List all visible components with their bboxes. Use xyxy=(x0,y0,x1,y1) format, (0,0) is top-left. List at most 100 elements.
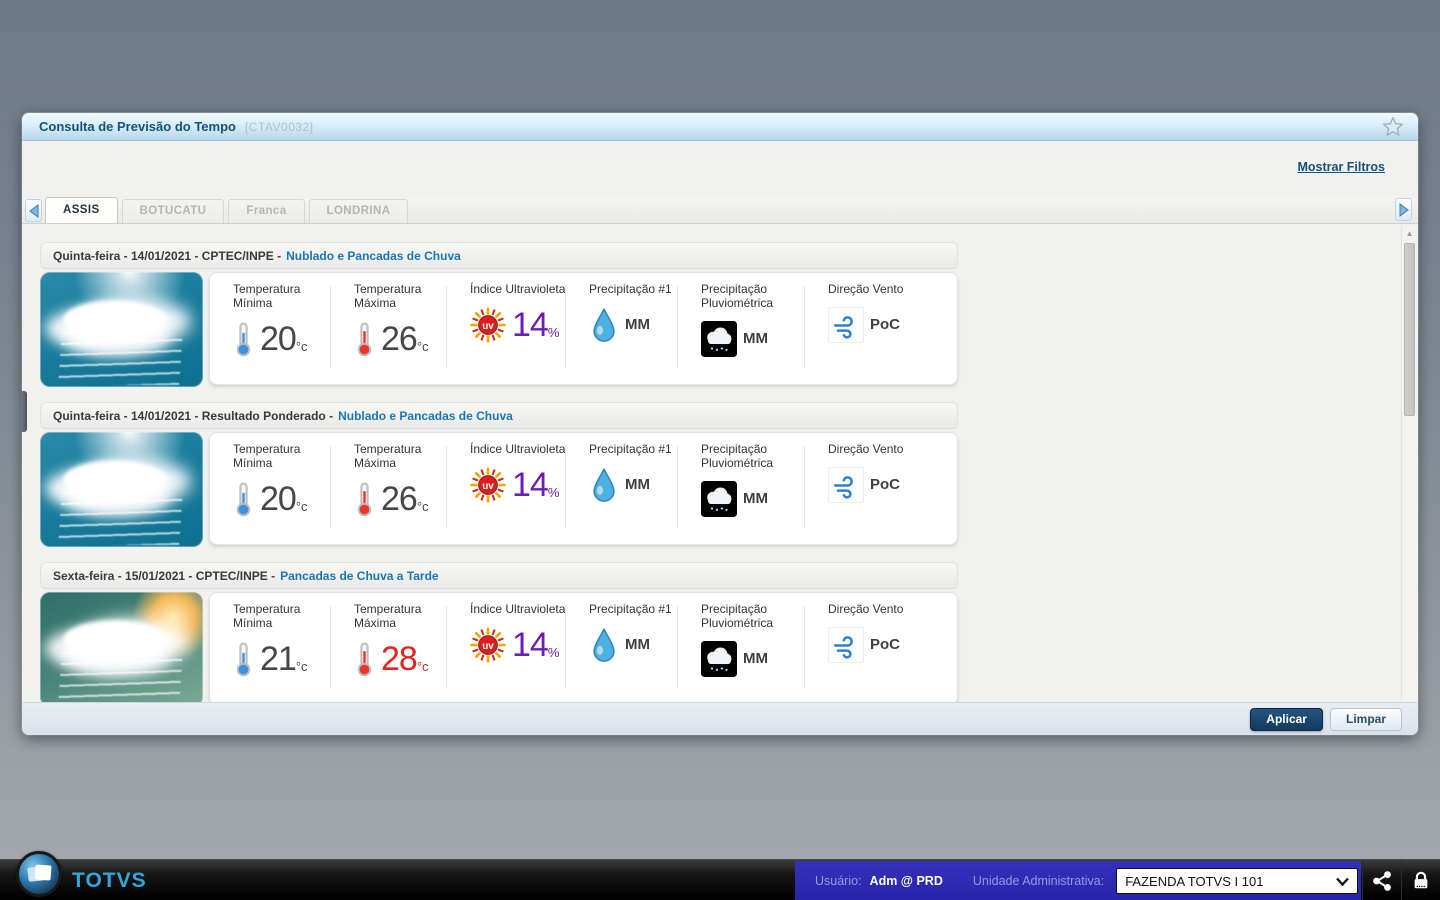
tab-londrina[interactable]: LONDRINA xyxy=(309,199,409,223)
lock-icon xyxy=(1411,870,1431,892)
tabs-scroll-left-button[interactable] xyxy=(25,199,42,222)
weather-image xyxy=(40,592,203,702)
metric-value: 14 xyxy=(512,307,548,343)
metric-value: 14 xyxy=(512,627,548,663)
session-panel: Usuário: Adm @ PRD Unidade Administrativ… xyxy=(795,861,1361,900)
metric-unit: % xyxy=(548,325,560,340)
weather-image xyxy=(40,272,203,387)
metric-value: 28 xyxy=(381,641,417,677)
weather-forecast-window: Consulta de Previsão do Tempo [CTAV0032]… xyxy=(22,113,1418,735)
tab-botucatu[interactable]: BOTUCATU xyxy=(122,199,225,223)
metric-value: MM xyxy=(625,467,650,503)
wind-icon xyxy=(828,467,864,503)
scroll-up-icon[interactable]: ▲ xyxy=(1402,226,1417,241)
metrics-panel: TemperaturaMínima 21 °c TemperaturaMáxim… xyxy=(209,592,958,702)
tabs-scroll-right-button[interactable] xyxy=(1395,198,1412,221)
metric-temp-min: TemperaturaMínima 21 °c xyxy=(210,602,331,702)
metric-value: 20 xyxy=(260,321,296,357)
svg-text:uv: uv xyxy=(482,321,494,332)
left-edge-handle[interactable] xyxy=(21,391,27,432)
metrics-panel: TemperaturaMínima 20 °c TemperaturaMáxim… xyxy=(209,432,958,545)
lock-button[interactable] xyxy=(1401,860,1440,900)
metric-unit: °c xyxy=(296,659,308,674)
metric-value: PoC xyxy=(870,307,900,343)
metric-label: TemperaturaMáxima xyxy=(354,282,447,310)
chevron-down-icon xyxy=(1336,877,1349,886)
metric-value: 14 xyxy=(512,467,548,503)
brand-name: TOTVS xyxy=(72,869,147,893)
metric-label: TemperaturaMínima xyxy=(233,602,331,630)
metric-label: Índice Ultravioleta xyxy=(470,282,566,296)
metric-label: Precipitação #1 xyxy=(589,602,678,616)
administrative-unit-value: FAZENDA TOTVS I 101 xyxy=(1125,874,1263,889)
user-label: Usuário: xyxy=(815,874,862,888)
administrative-unit-label: Unidade Administrativa: xyxy=(973,874,1104,888)
clear-button[interactable]: Limpar xyxy=(1330,708,1402,731)
metric-precip-pluv: PrecipitaçãoPluviométrica MM xyxy=(678,282,805,384)
water-drop-icon xyxy=(589,467,619,503)
wind-icon xyxy=(828,627,864,663)
vertical-scrollbar[interactable]: ▲ xyxy=(1401,226,1417,700)
thermometer-blue-icon xyxy=(233,481,254,517)
metric-unit: °c xyxy=(417,499,429,514)
metric-precip-pluv: PrecipitaçãoPluviométrica MM xyxy=(678,602,805,702)
metric-value: MM xyxy=(743,321,768,357)
scrollbar-thumb[interactable] xyxy=(1404,243,1415,416)
program-code: [CTAV0032] xyxy=(245,120,314,134)
chevron-left-icon xyxy=(29,204,39,218)
metric-label: TemperaturaMínima xyxy=(233,282,331,310)
desktop: { "window": { "title": "Consulta de Prev… xyxy=(0,0,1440,900)
window-titlebar: Consulta de Previsão do Tempo [CTAV0032] xyxy=(22,113,1418,141)
metric-wind-dir: Direção Vento PoC xyxy=(805,442,925,544)
uv-sun-icon: uv xyxy=(470,307,506,343)
forecast-list: Quinta-feira - 14/01/2021 - CPTEC/INPE -… xyxy=(22,224,1418,702)
metric-label: Direção Vento xyxy=(828,442,925,456)
metric-wind-dir: Direção Vento PoC xyxy=(805,282,925,384)
metric-wind-dir: Direção Vento PoC xyxy=(805,602,925,702)
metric-temp-max: TemperaturaMáxima 28 °c xyxy=(331,602,447,702)
metric-label: Precipitação #1 xyxy=(589,442,678,456)
metric-unit: °c xyxy=(417,659,429,674)
forecast-card: Quinta-feira - 14/01/2021 - CPTEC/INPE -… xyxy=(40,242,958,387)
metric-label: PrecipitaçãoPluviométrica xyxy=(701,282,805,310)
totvs-logo-icon xyxy=(16,851,62,897)
tab-franca[interactable]: Franca xyxy=(228,199,304,223)
thermometer-blue-icon xyxy=(233,321,254,357)
forecast-card-header: Quinta-feira - 14/01/2021 - CPTEC/INPE -… xyxy=(40,242,958,269)
user-value: Adm @ PRD xyxy=(870,874,943,888)
metric-label: PrecipitaçãoPluviométrica xyxy=(701,602,805,630)
metric-precip-pluv: PrecipitaçãoPluviométrica MM xyxy=(678,442,805,544)
tab-assis[interactable]: ASSIS xyxy=(45,197,118,223)
metric-unit: °c xyxy=(296,499,308,514)
favorite-button[interactable] xyxy=(1380,115,1406,139)
action-bar: Aplicar Limpar xyxy=(22,702,1418,735)
forecast-date: Quinta-feira - 14/01/2021 - Resultado Po… xyxy=(53,409,333,423)
rain-cloud-icon xyxy=(701,641,737,677)
metric-label: TemperaturaMáxima xyxy=(354,442,447,470)
metric-precip-1: Precipitação #1 MM xyxy=(566,602,678,702)
wind-icon xyxy=(828,307,864,343)
metric-value: 20 xyxy=(260,481,296,517)
metric-label: TemperaturaMínima xyxy=(233,442,331,470)
forecast-condition: Pancadas de Chuva a Tarde xyxy=(280,569,439,583)
forecast-date: Sexta-feira - 15/01/2021 - CPTEC/INPE - xyxy=(53,569,275,583)
metric-value: 26 xyxy=(381,481,417,517)
rain-cloud-icon xyxy=(701,321,737,357)
metric-unit: % xyxy=(548,645,560,660)
apply-button[interactable]: Aplicar xyxy=(1250,708,1323,731)
metric-label: Índice Ultravioleta xyxy=(470,442,566,456)
uv-sun-icon: uv xyxy=(470,627,506,663)
metric-unit: °c xyxy=(417,339,429,354)
share-icon xyxy=(1371,870,1393,892)
metric-temp-min: TemperaturaMínima 20 °c xyxy=(210,442,331,544)
chevron-right-icon xyxy=(1399,203,1409,217)
thermometer-red-icon xyxy=(354,481,375,517)
footer-bar: TOTVS Usuário: Adm @ PRD Unidade Adminis… xyxy=(0,859,1440,900)
administrative-unit-select[interactable]: FAZENDA TOTVS I 101 xyxy=(1116,868,1358,894)
star-icon xyxy=(1381,115,1405,139)
share-button[interactable] xyxy=(1362,860,1401,900)
water-drop-icon xyxy=(589,307,619,343)
metric-label: Direção Vento xyxy=(828,602,925,616)
metric-uv-index: Índice Ultravioleta uv 14 % xyxy=(447,602,566,702)
show-filters-link[interactable]: Mostrar Filtros xyxy=(1297,160,1385,174)
